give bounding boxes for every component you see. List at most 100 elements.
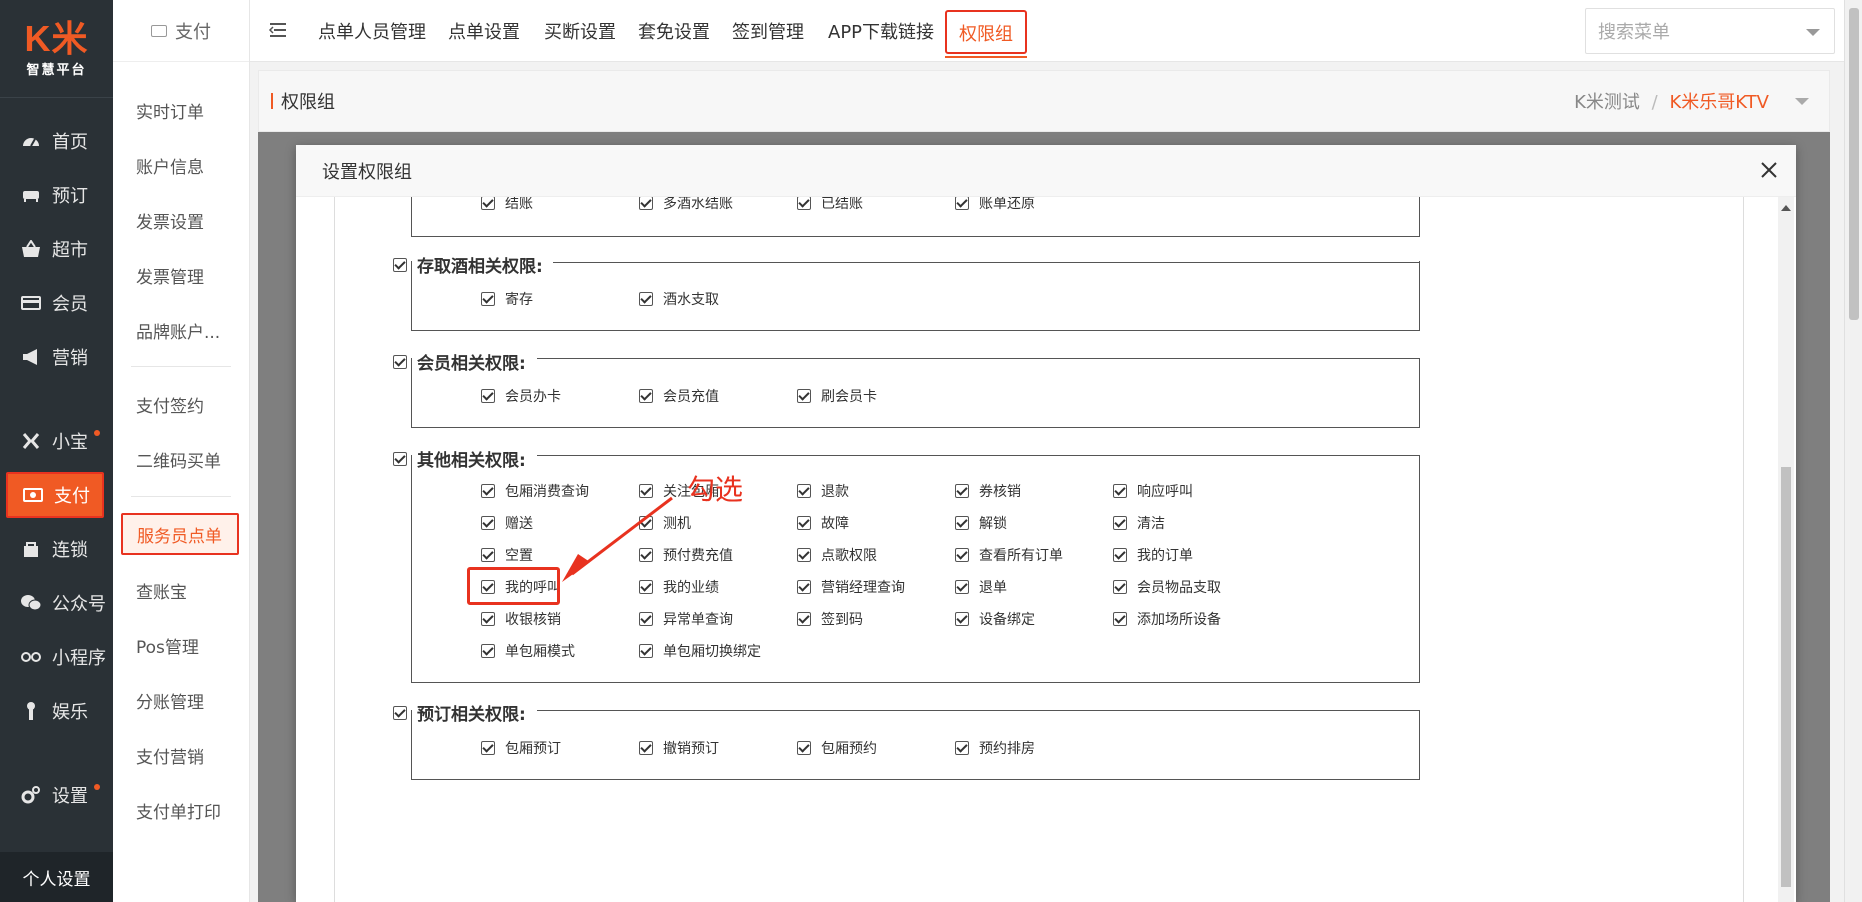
checkbox-checked[interactable] xyxy=(1113,516,1127,530)
tab-permission-group[interactable]: 权限组 xyxy=(945,10,1027,58)
checkbox-checked[interactable] xyxy=(955,580,969,594)
tab-buyout-settings[interactable]: 买断设置 xyxy=(544,18,616,44)
checkbox-checked[interactable] xyxy=(797,197,811,210)
checkbox-checked[interactable] xyxy=(639,644,653,658)
permission-option[interactable]: 空置 xyxy=(481,545,533,565)
checkbox-checked[interactable] xyxy=(797,580,811,594)
checkbox-checked[interactable] xyxy=(797,741,811,755)
sub-item-brand-account[interactable]: 品牌账户... xyxy=(136,318,220,343)
nav-entertainment[interactable]: 娱乐 xyxy=(0,684,113,738)
personal-settings-button[interactable]: 个人设置 xyxy=(0,852,113,902)
permission-room-reserve[interactable]: 包厢预约 xyxy=(797,738,877,758)
checkbox-checked[interactable] xyxy=(481,548,495,562)
nav-home[interactable]: 首页 xyxy=(0,114,113,168)
checkbox-checked[interactable] xyxy=(639,741,653,755)
permission-checkout[interactable]: 结账 xyxy=(481,197,533,213)
sub-item-audit[interactable]: 查账宝 xyxy=(136,578,187,603)
scroll-up-icon[interactable] xyxy=(1781,205,1791,211)
checkbox-checked[interactable] xyxy=(481,389,495,403)
checkbox-checked[interactable] xyxy=(797,484,811,498)
tab-order-staff[interactable]: 点单人员管理 xyxy=(318,18,426,44)
checkbox-checked[interactable] xyxy=(481,484,495,498)
checkbox-checked[interactable] xyxy=(955,516,969,530)
nav-marketing[interactable]: 营销 xyxy=(0,330,113,384)
permission-deposit[interactable]: 寄存 xyxy=(481,289,533,309)
permission-option[interactable]: 营销经理查询 xyxy=(797,577,905,597)
checkbox-checked[interactable] xyxy=(481,197,495,210)
checkbox-checked[interactable] xyxy=(955,741,969,755)
sub-item-split[interactable]: 分账管理 xyxy=(136,688,204,713)
checkbox-checked[interactable] xyxy=(797,389,811,403)
checkbox-checked[interactable] xyxy=(1113,580,1127,594)
checkbox-checked[interactable] xyxy=(393,705,407,720)
checkbox-checked[interactable] xyxy=(393,451,407,466)
checkbox-checked[interactable] xyxy=(481,612,495,626)
checkbox-checked[interactable] xyxy=(1113,612,1127,626)
nav-wechat[interactable]: 公众号 xyxy=(0,576,113,630)
permission-option[interactable]: 点歌权限 xyxy=(797,545,877,565)
sub-item-waiter-ordering[interactable]: 服务员点单 xyxy=(121,513,239,555)
checkbox-checked[interactable] xyxy=(639,292,653,306)
nav-settings[interactable]: 设置 xyxy=(0,768,113,822)
tab-app-download[interactable]: APP下载链接 xyxy=(828,18,934,44)
permission-option[interactable]: 查看所有订单 xyxy=(955,545,1063,565)
checkbox-checked[interactable] xyxy=(797,516,811,530)
nav-miniprogram[interactable]: 小程序 xyxy=(0,630,113,684)
permission-wine-withdraw[interactable]: 酒水支取 xyxy=(639,289,719,309)
checkbox-checked[interactable] xyxy=(1113,548,1127,562)
permission-option[interactable]: 我的订单 xyxy=(1113,545,1193,565)
permission-option[interactable]: 会员物品支取 xyxy=(1113,577,1221,597)
permission-option[interactable]: 单包厢模式 xyxy=(481,641,575,661)
checkbox-checked[interactable] xyxy=(797,548,811,562)
tab-order-settings[interactable]: 点单设置 xyxy=(448,18,520,44)
scrollbar-thumb[interactable] xyxy=(1849,8,1859,320)
checkbox-checked[interactable] xyxy=(955,548,969,562)
close-icon[interactable] xyxy=(1758,159,1780,181)
checkbox-checked[interactable] xyxy=(481,516,495,530)
sub-item-pos[interactable]: Pos管理 xyxy=(136,633,199,658)
tab-free-settings[interactable]: 套免设置 xyxy=(638,18,710,44)
checkbox-checked[interactable] xyxy=(481,644,495,658)
checkbox-checked[interactable] xyxy=(955,197,969,210)
sub-item-receipt-print[interactable]: 支付单打印 xyxy=(136,798,221,823)
checkbox-checked[interactable] xyxy=(955,484,969,498)
permission-option[interactable]: 响应呼叫 xyxy=(1113,481,1193,501)
sub-item-realtime-orders[interactable]: 实时订单 xyxy=(136,98,204,123)
page-scrollbar[interactable] xyxy=(1844,0,1862,902)
nav-payment[interactable]: 支付 xyxy=(6,472,104,518)
permission-option[interactable]: 退单 xyxy=(955,577,1007,597)
permission-reserve-assign[interactable]: 预约排房 xyxy=(955,738,1035,758)
permission-option[interactable]: 设备绑定 xyxy=(955,609,1035,629)
nav-chain[interactable]: 连锁 xyxy=(0,522,113,576)
permission-option[interactable]: 单包厢切换绑定 xyxy=(639,641,761,661)
permission-option[interactable]: 清洁 xyxy=(1113,513,1165,533)
permission-member-recharge[interactable]: 会员充值 xyxy=(639,386,719,406)
permission-option[interactable]: 赠送 xyxy=(481,513,533,533)
checkbox-checked[interactable] xyxy=(1113,484,1127,498)
checkbox-checked[interactable] xyxy=(393,257,407,272)
sub-item-payment-marketing[interactable]: 支付营销 xyxy=(136,743,204,768)
checkbox-checked[interactable] xyxy=(797,612,811,626)
dialog-scrollbar[interactable] xyxy=(1778,197,1794,902)
scrollbar-thumb[interactable] xyxy=(1781,467,1791,887)
menu-toggle-icon[interactable] xyxy=(268,20,288,40)
permission-option[interactable]: 异常单查询 xyxy=(639,609,733,629)
permission-swipe-card[interactable]: 刷会员卡 xyxy=(797,386,877,406)
permission-option[interactable]: 退款 xyxy=(797,481,849,501)
checkbox-checked[interactable] xyxy=(639,612,653,626)
nav-market[interactable]: 超市 xyxy=(0,222,113,276)
sub-item-invoice-settings[interactable]: 发票设置 xyxy=(136,208,204,233)
sub-item-qr-checkout[interactable]: 二维码买单 xyxy=(136,447,221,472)
sub-item-account-info[interactable]: 账户信息 xyxy=(136,153,204,178)
permission-cancel-booking[interactable]: 撤销预订 xyxy=(639,738,719,758)
permission-bill-restore[interactable]: 账单还原 xyxy=(955,197,1035,213)
permission-settled[interactable]: 已结账 xyxy=(797,197,863,213)
permission-member-card[interactable]: 会员办卡 xyxy=(481,386,561,406)
checkbox-checked[interactable] xyxy=(955,612,969,626)
nav-member[interactable]: 会员 xyxy=(0,276,113,330)
tab-checkin[interactable]: 签到管理 xyxy=(732,18,804,44)
nav-xiaobao[interactable]: 小宝 xyxy=(0,414,113,468)
permission-option[interactable]: 券核销 xyxy=(955,481,1021,501)
search-menu-select[interactable]: 搜索菜单 xyxy=(1585,8,1835,54)
checkbox-checked[interactable] xyxy=(639,389,653,403)
